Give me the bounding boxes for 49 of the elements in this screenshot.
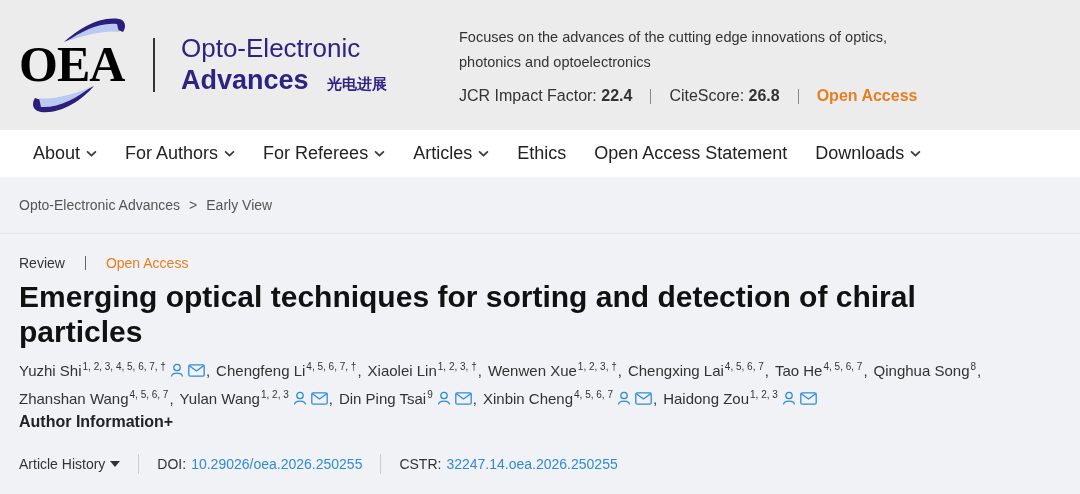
article-type: Review — [19, 255, 65, 271]
swoosh-icon — [31, 86, 97, 114]
article-title: Emerging optical techniques for sorting and detection of chiral particles — [19, 279, 917, 349]
nav-menu-item[interactable]: Open Access Statement — [594, 143, 788, 164]
author-name[interactable]: Qinghua Song$^{8}$ — [873, 362, 977, 379]
comma-separator: , — [169, 390, 174, 407]
nav-menu-item[interactable]: About — [33, 143, 98, 164]
metric-text: JCR Impact Factor: 22.4 — [459, 87, 633, 105]
nav-menu-item[interactable]: For Referees — [263, 143, 386, 164]
journal-name: Opto-Electronic — [181, 33, 362, 63]
comma-separator: , — [328, 390, 333, 407]
comma-separator: , — [477, 362, 482, 379]
breadcrumb-separator: > — [189, 197, 198, 213]
journal-chinese-name: 光电进展 — [326, 75, 387, 94]
breadcrumb-link[interactable]: Early View — [206, 197, 273, 213]
journal-tagline: Focuses on the advances of the cutting edge innovations of optics, photonics and optoelectronics — [459, 28, 889, 72]
comma-separator: , — [652, 390, 658, 407]
comma-separator: , — [472, 390, 477, 407]
nav-menu-item[interactable]: Articles — [413, 143, 490, 164]
nav-menu-item[interactable]: Downloads — [815, 143, 922, 164]
metric-text: CiteScore: 26.8 — [669, 87, 780, 105]
comma-separator: , — [977, 362, 982, 379]
person-icon[interactable] — [292, 391, 307, 405]
journal-name: Advances — [181, 64, 309, 97]
comma-separator: , — [863, 362, 868, 379]
mail-icon[interactable] — [634, 392, 652, 405]
author-information-toggle[interactable]: Author Information+ — [19, 413, 174, 431]
mail-icon[interactable] — [799, 392, 817, 405]
logo-text: OEA — [19, 42, 125, 86]
mail-icon[interactable] — [187, 364, 205, 377]
comma-separator: , — [764, 362, 769, 379]
person-icon[interactable] — [169, 363, 184, 377]
comma-separator: , — [617, 362, 622, 379]
open-access-label: Open Access — [105, 255, 189, 271]
person-icon[interactable] — [616, 391, 631, 405]
mail-icon[interactable] — [454, 392, 472, 405]
breadcrumb-link[interactable]: Opto-Electronic Advances — [19, 197, 181, 213]
article-history-dropdown[interactable]: Article History — [19, 456, 121, 472]
cstr-label: CSTR: — [399, 456, 442, 472]
doi-label: DOI: — [157, 456, 187, 472]
nav-menu-item[interactable]: Ethics — [517, 143, 567, 164]
mail-icon[interactable] — [310, 392, 328, 405]
person-icon[interactable] — [436, 391, 451, 405]
author-name[interactable]: Din Ping Tsai$^{9}$ — [338, 390, 433, 407]
comma-separator: , — [357, 362, 362, 379]
caret-icon — [110, 461, 121, 467]
person-icon[interactable] — [781, 391, 796, 405]
comma-separator: , — [205, 362, 211, 379]
nav-menu-item[interactable]: For Authors — [125, 143, 236, 164]
